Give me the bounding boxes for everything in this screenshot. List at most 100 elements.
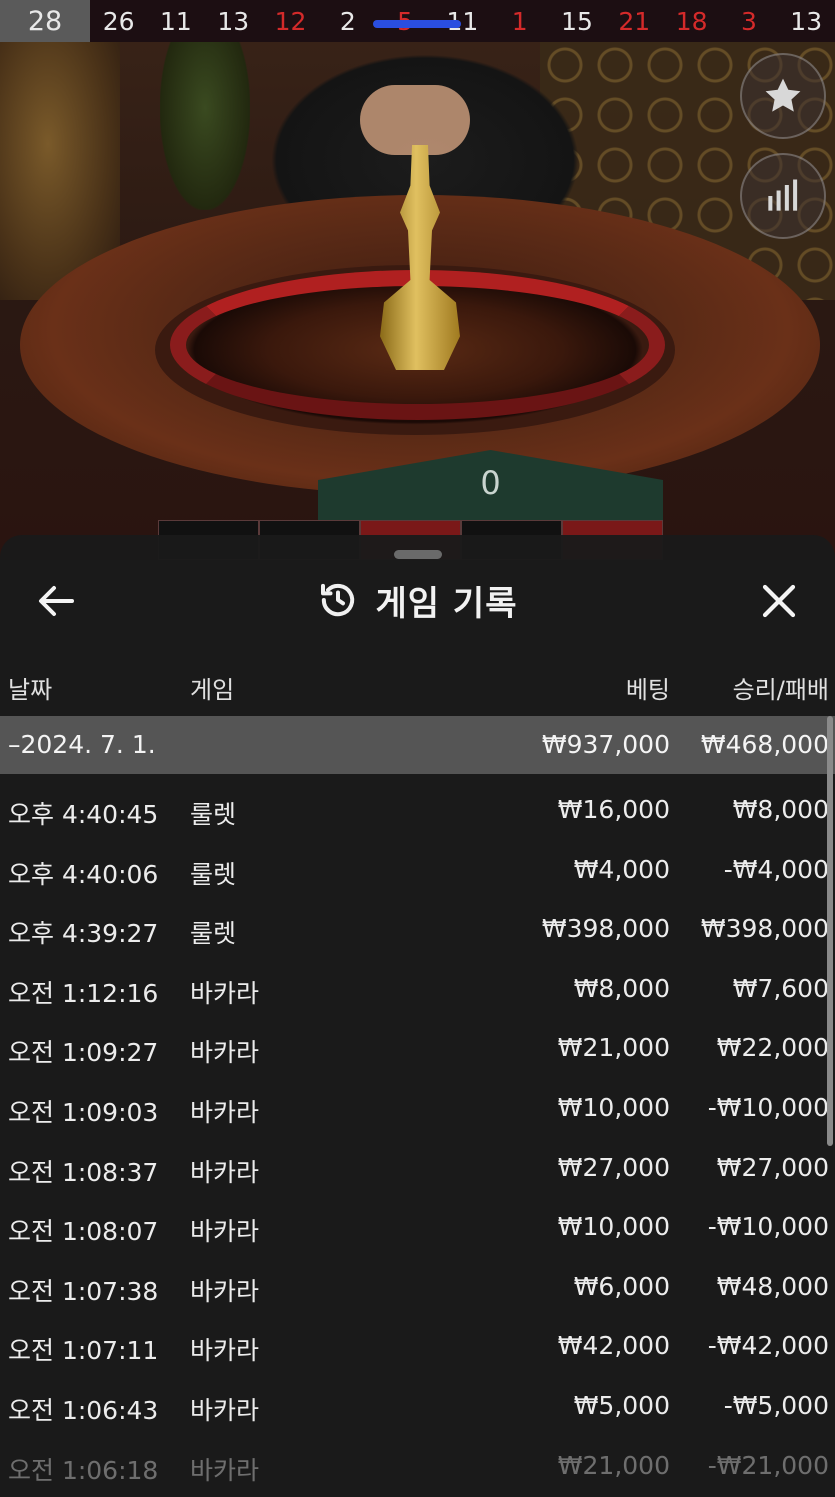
history-row[interactable]: 오후 4:40:06 룰렛 ₩4,000 -₩4,000 xyxy=(0,840,835,900)
game-history-sheet: 게임 기록 날짜 게임 베팅 승리/패배 –2024. 7. 1. ₩937,0… xyxy=(0,535,835,1497)
row-win-loss: -₩10,000 xyxy=(707,1092,829,1122)
result-number: 3 xyxy=(740,6,757,36)
row-time: 오전 1:06:18 xyxy=(8,1455,159,1485)
row-win-loss: -₩21,000 xyxy=(707,1450,829,1480)
live-video: 0 xyxy=(0,0,835,560)
zero-label: 0 xyxy=(480,464,501,502)
row-bet: ₩42,000 xyxy=(557,1331,670,1361)
row-bet: ₩10,000 xyxy=(557,1092,670,1122)
row-win-loss: ₩8,000 xyxy=(732,795,829,824)
day-date: –2024. 7. 1. xyxy=(8,730,156,759)
close-button[interactable] xyxy=(757,579,801,623)
row-time: 오전 1:09:03 xyxy=(8,1097,159,1127)
result-number: 1 xyxy=(511,6,528,36)
column-win-loss: 승리/패배 xyxy=(732,676,829,704)
result-number: 21 xyxy=(618,6,651,36)
row-bet: ₩4,000 xyxy=(573,854,670,884)
row-time: 오전 1:08:07 xyxy=(8,1217,159,1247)
dealer-hand xyxy=(360,85,470,155)
history-row[interactable]: 오전 1:06:18 바카라 ₩21,000 -₩21,000 xyxy=(0,1436,835,1496)
row-game: 룰렛 xyxy=(190,919,237,949)
favorite-button[interactable] xyxy=(740,53,826,139)
history-row[interactable]: 오후 4:39:27 룰렛 ₩398,000 ₩398,000 xyxy=(0,899,835,959)
row-bet: ₩16,000 xyxy=(557,795,670,824)
history-row[interactable]: 오전 1:07:38 바카라 ₩6,000 ₩48,000 xyxy=(0,1257,835,1317)
row-bet: ₩21,000 xyxy=(557,1450,670,1480)
column-headers: 날짜 게임 베팅 승리/패배 xyxy=(0,660,835,712)
row-time: 오후 4:39:27 xyxy=(8,919,159,949)
row-game: 바카라 xyxy=(190,1455,260,1485)
row-time: 오후 4:40:06 xyxy=(8,859,159,889)
row-win-loss: -₩42,000 xyxy=(707,1331,829,1361)
row-game: 바카라 xyxy=(190,1395,260,1425)
back-button[interactable] xyxy=(34,581,78,621)
row-bet: ₩6,000 xyxy=(573,1271,670,1301)
row-game: 바카라 xyxy=(190,1217,260,1247)
row-win-loss: -₩5,000 xyxy=(723,1390,829,1420)
result-number: 26 xyxy=(102,6,135,36)
arrow-left-icon xyxy=(39,586,74,616)
sheet-header: 게임 기록 xyxy=(0,565,835,635)
row-bet: ₩27,000 xyxy=(557,1152,670,1182)
bar-chart-icon xyxy=(768,179,798,211)
day-bet-total: ₩937,000 xyxy=(541,730,670,759)
row-game: 룰렛 xyxy=(190,859,237,889)
day-win-loss-total: ₩468,000 xyxy=(700,730,829,759)
history-row[interactable]: 오전 1:12:16 바카라 ₩8,000 ₩7,600 xyxy=(0,959,835,1019)
history-row[interactable]: 오전 1:07:11 바카라 ₩42,000 -₩42,000 xyxy=(0,1316,835,1376)
row-time: 오전 1:07:38 xyxy=(8,1276,159,1306)
progress-indicator xyxy=(373,20,461,28)
sheet-title: 게임 기록 xyxy=(375,583,518,624)
column-date: 날짜 xyxy=(8,676,53,704)
result-number: 13 xyxy=(217,6,250,36)
result-number: 12 xyxy=(274,6,307,36)
close-icon xyxy=(762,584,796,618)
history-row[interactable]: 오후 4:40:45 룰렛 ₩16,000 ₩8,000 xyxy=(0,780,835,840)
row-win-loss: ₩22,000 xyxy=(716,1033,829,1063)
history-row[interactable]: 오전 1:09:27 바카라 ₩21,000 ₩22,000 xyxy=(0,1018,835,1078)
star-icon xyxy=(765,78,801,112)
history-row[interactable]: 오전 1:08:37 바카라 ₩27,000 ₩27,000 xyxy=(0,1138,835,1198)
result-number: 15 xyxy=(561,6,593,36)
row-time: 오전 1:09:27 xyxy=(8,1038,159,1068)
history-list: 오후 4:40:45 룰렛 ₩16,000 ₩8,000 오후 4:40:06 룰렛 ₩4,… xyxy=(0,780,835,1495)
result-number: 11 xyxy=(160,6,192,36)
row-win-loss: ₩398,000 xyxy=(700,914,829,944)
row-game: 바카라 xyxy=(190,1038,260,1068)
title-group: 게임 기록 xyxy=(0,565,835,635)
row-game: 바카라 xyxy=(190,1336,260,1366)
row-time: 오전 1:12:16 xyxy=(8,978,159,1008)
result-number: 2 xyxy=(339,6,356,36)
row-game: 바카라 xyxy=(190,978,260,1008)
column-bet: 베팅 xyxy=(625,676,670,704)
row-time: 오전 1:08:37 xyxy=(8,1157,159,1187)
row-time: 오전 1:07:11 xyxy=(8,1336,159,1366)
scrollbar[interactable] xyxy=(827,716,833,1146)
row-game: 바카라 xyxy=(190,1157,260,1187)
row-win-loss: ₩27,000 xyxy=(716,1152,829,1182)
row-game: 바카라 xyxy=(190,1097,260,1127)
latest-result: 28 xyxy=(0,0,90,42)
row-win-loss: ₩7,600 xyxy=(732,973,829,1003)
result-number: 13 xyxy=(790,6,823,36)
result-number: 18 xyxy=(675,6,708,36)
drag-handle[interactable] xyxy=(394,550,442,559)
row-win-loss: -₩10,000 xyxy=(707,1212,829,1242)
history-icon xyxy=(320,583,354,617)
row-bet: ₩8,000 xyxy=(573,973,670,1003)
plant-decoration xyxy=(160,40,250,210)
row-game: 룰렛 xyxy=(190,800,237,829)
history-row[interactable]: 오전 1:06:43 바카라 ₩5,000 -₩5,000 xyxy=(0,1376,835,1436)
row-bet: ₩21,000 xyxy=(557,1033,670,1063)
row-time: 오후 4:40:45 xyxy=(8,800,159,829)
row-bet: ₩398,000 xyxy=(541,914,670,944)
row-bet: ₩10,000 xyxy=(557,1212,670,1242)
history-row[interactable]: 오전 1:09:03 바카라 ₩10,000 -₩10,000 xyxy=(0,1078,835,1138)
row-win-loss: -₩4,000 xyxy=(723,854,829,884)
row-time: 오전 1:06:43 xyxy=(8,1395,159,1425)
row-bet: ₩5,000 xyxy=(573,1390,670,1420)
day-summary-row[interactable]: –2024. 7. 1. ₩937,000 ₩468,000 xyxy=(0,716,835,774)
statistics-button[interactable] xyxy=(740,153,826,239)
history-row[interactable]: 오전 1:08:07 바카라 ₩10,000 -₩10,000 xyxy=(0,1197,835,1257)
row-game: 바카라 xyxy=(190,1276,260,1306)
